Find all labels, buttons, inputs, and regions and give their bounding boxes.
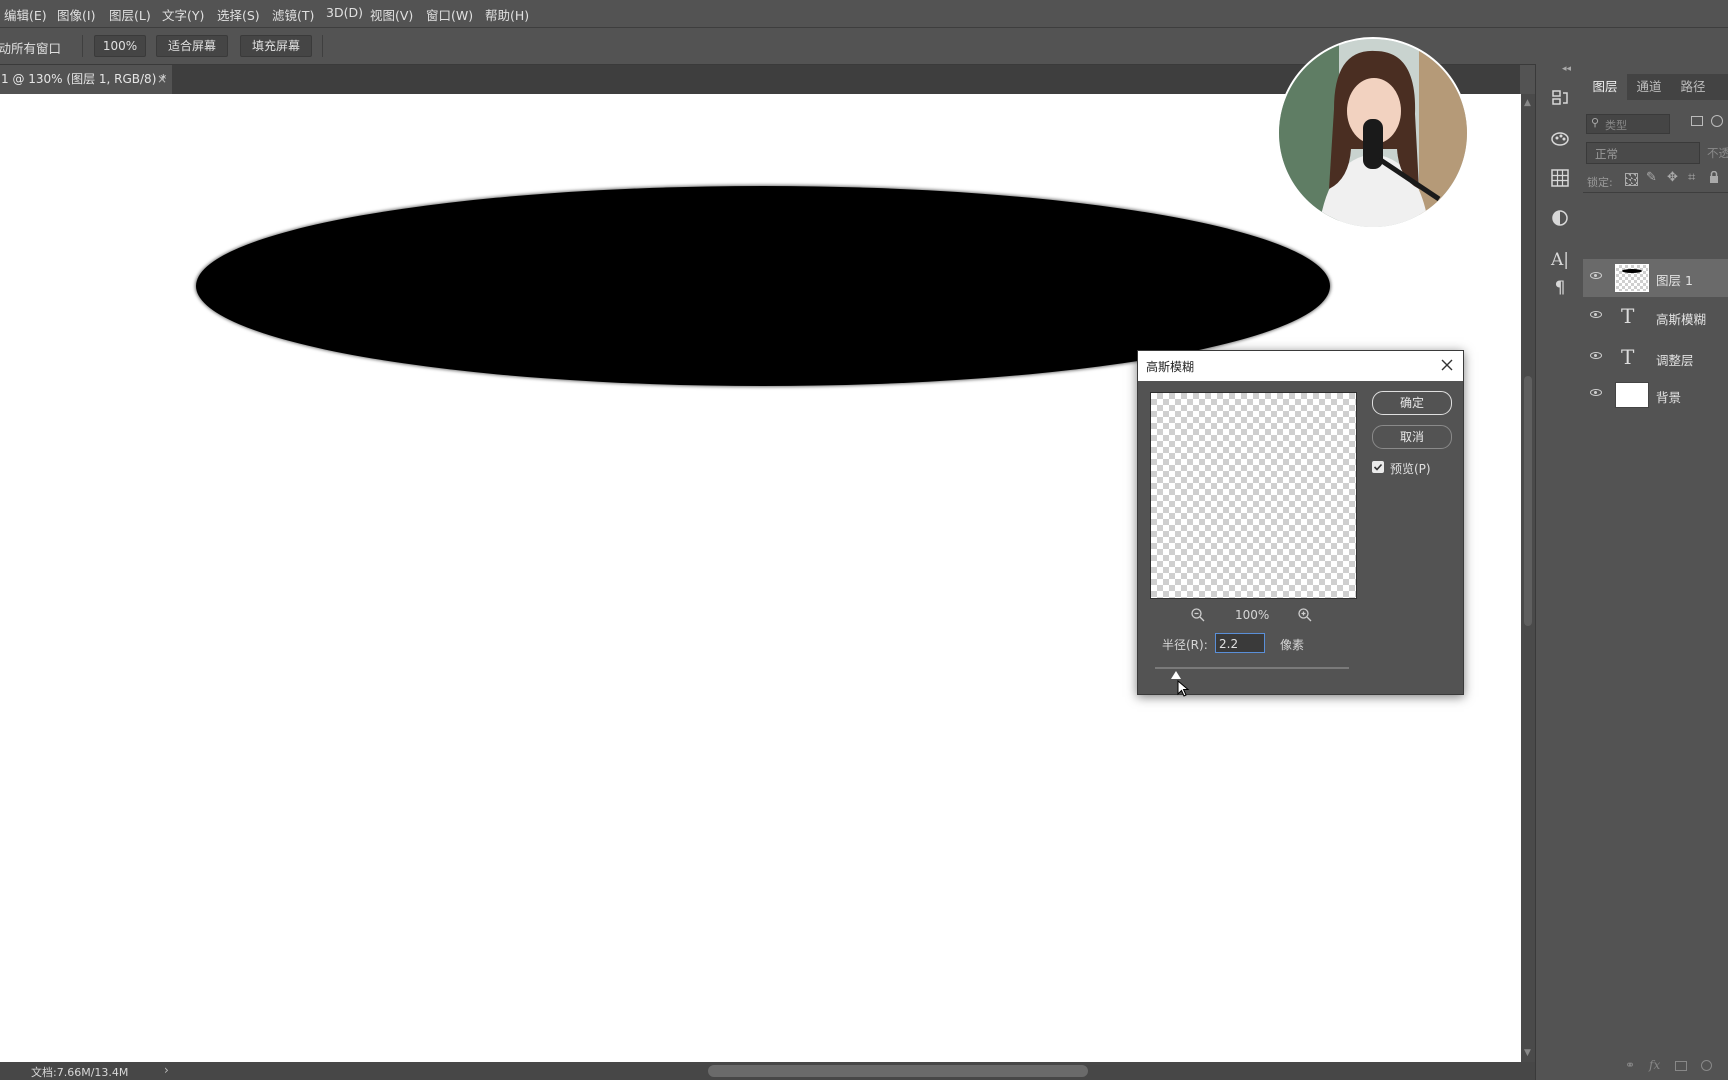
- lock-artboard-icon[interactable]: ⌗: [1688, 170, 1695, 185]
- gaussian-blur-dialog: 高斯模糊 100% 半径(R): 2.2 像素 确定 取消 预览(P): [1137, 350, 1464, 697]
- character-panel-icon[interactable]: A|: [1549, 249, 1571, 271]
- menu-help[interactable]: 帮助(H): [485, 5, 529, 24]
- divider: [1583, 192, 1728, 193]
- blend-mode-select[interactable]: 正常: [1586, 142, 1700, 164]
- separator: [82, 35, 83, 57]
- menu-edit[interactable]: 编辑(E): [4, 5, 47, 24]
- text-layer-icon: T: [1621, 345, 1635, 369]
- menu-image[interactable]: 图像(I): [57, 5, 95, 24]
- layers-panel: 图层 通道 路径 ⚲ 类型 正常 不透 锁定: ✎ ✥ ⌗ 图层 1 T 高斯模…: [1583, 64, 1728, 1080]
- fit-screen-button[interactable]: 适合屏幕: [156, 35, 228, 57]
- status-menu-arrow-icon[interactable]: ›: [164, 1063, 169, 1077]
- menu-type[interactable]: 文字(Y): [162, 5, 204, 24]
- scroll-up-icon[interactable]: ▲: [1524, 98, 1531, 108]
- layer-row-adjustment-text[interactable]: T 调整层: [1583, 339, 1728, 377]
- document-tab[interactable]: 1 @ 130% (图层 1, RGB/8) * ×: [0, 65, 172, 94]
- paragraph-panel-icon[interactable]: ¶: [1549, 277, 1571, 299]
- dialog-title: 高斯模糊: [1146, 360, 1195, 374]
- webcam-overlay: [1277, 37, 1469, 229]
- menu-window[interactable]: 窗口(W): [426, 5, 473, 24]
- panel-dock-strip: ◂◂ A| ¶: [1535, 64, 1585, 1080]
- ok-button[interactable]: 确定: [1372, 391, 1452, 415]
- layer-filter-type: 类型: [1605, 119, 1627, 132]
- menu-select[interactable]: 选择(S): [217, 5, 260, 24]
- options-bar: 滚动所有窗口 100% 适合屏幕 填充屏幕: [0, 28, 1728, 65]
- layer-filter-search[interactable]: ⚲ 类型: [1586, 114, 1670, 134]
- lock-all-icon[interactable]: [1709, 170, 1719, 183]
- visibility-eye-icon[interactable]: [1590, 352, 1602, 359]
- document-tab-title: 1 @ 130% (图层 1, RGB/8) *: [1, 72, 167, 86]
- vertical-scroll-thumb[interactable]: [1524, 376, 1532, 626]
- radius-input[interactable]: 2.2: [1215, 633, 1265, 653]
- visibility-eye-icon[interactable]: [1590, 272, 1602, 279]
- tab-layers[interactable]: 图层: [1583, 74, 1627, 100]
- visibility-eye-icon[interactable]: [1590, 311, 1602, 318]
- tab-channels[interactable]: 通道: [1627, 74, 1671, 100]
- radius-unit: 像素: [1280, 638, 1305, 652]
- search-icon: ⚲: [1591, 116, 1600, 129]
- document-size-info: 文档:7.66M/13.4M: [31, 1066, 129, 1079]
- radius-slider-handle[interactable]: [1171, 671, 1181, 679]
- close-tab-icon[interactable]: ×: [157, 65, 167, 93]
- zoom-out-icon[interactable]: [1190, 607, 1206, 623]
- radius-slider-track[interactable]: [1155, 667, 1349, 669]
- zoom-in-icon[interactable]: [1297, 607, 1313, 623]
- lock-move-icon[interactable]: ✥: [1667, 170, 1678, 185]
- opacity-label: 不透: [1707, 146, 1728, 160]
- link-layers-icon[interactable]: ⚭: [1625, 1058, 1635, 1072]
- preview-checkbox[interactable]: [1372, 461, 1384, 473]
- menu-bar: 编辑(E) 图像(I) 图层(L) 文字(Y) 选择(S) 滤镜(T) 3D(D…: [0, 0, 1728, 28]
- menu-3d[interactable]: 3D(D): [326, 5, 363, 20]
- separator: [322, 35, 323, 57]
- adjustments-icon[interactable]: [1549, 208, 1571, 230]
- layer-name: 调整层: [1656, 353, 1694, 368]
- horizontal-scroll-thumb[interactable]: [708, 1065, 1088, 1077]
- thumbnail-ellipse: [1622, 269, 1642, 273]
- layer-row-gaussian-blur-text[interactable]: T 高斯模糊: [1583, 298, 1728, 336]
- cancel-button[interactable]: 取消: [1372, 425, 1452, 449]
- layer-name: 高斯模糊: [1656, 312, 1707, 327]
- scroll-all-windows-checkbox-label[interactable]: 滚动所有窗口: [0, 38, 61, 57]
- mouse-cursor-icon: [1177, 679, 1191, 697]
- radius-label: 半径(R):: [1162, 638, 1208, 652]
- close-icon[interactable]: [1440, 358, 1454, 372]
- layer-row-layer1[interactable]: 图层 1: [1583, 259, 1728, 297]
- layer-style-fx-icon[interactable]: fx: [1649, 1058, 1660, 1072]
- lock-transparent-icon[interactable]: [1625, 173, 1638, 186]
- scroll-down-icon[interactable]: ▼: [1524, 1048, 1531, 1058]
- dialog-titlebar[interactable]: 高斯模糊: [1138, 351, 1463, 381]
- fill-screen-button[interactable]: 填充屏幕: [240, 35, 312, 57]
- layer-thumbnail: [1615, 264, 1649, 292]
- menu-view[interactable]: 视图(V): [370, 5, 413, 24]
- layer-name: 图层 1: [1656, 273, 1693, 288]
- color-palette-icon[interactable]: [1549, 128, 1571, 150]
- lock-label: 锁定:: [1587, 176, 1613, 189]
- text-layer-icon: T: [1621, 304, 1635, 328]
- preview-label: 预览(P): [1390, 462, 1431, 476]
- layer-thumbnail: [1615, 382, 1649, 408]
- layers-panel-tabs: 图层 通道 路径: [1583, 74, 1728, 100]
- tab-paths[interactable]: 路径: [1671, 74, 1715, 100]
- add-mask-icon[interactable]: [1675, 1061, 1687, 1071]
- zoom-value-field[interactable]: 100%: [94, 35, 146, 57]
- filter-pixel-icon[interactable]: [1691, 116, 1703, 126]
- preview-zoom-level: 100%: [1235, 608, 1270, 622]
- filter-adjustment-icon[interactable]: [1711, 115, 1723, 127]
- blend-mode-value: 正常: [1595, 147, 1618, 161]
- vertical-scrollbar[interactable]: ▲ ▼: [1521, 94, 1535, 1062]
- layer-row-background[interactable]: 背景: [1583, 376, 1728, 414]
- layer-name: 背景: [1656, 390, 1682, 405]
- new-adjustment-layer-icon[interactable]: [1701, 1060, 1712, 1071]
- swatches-grid-icon[interactable]: [1549, 168, 1571, 190]
- collapse-panels-icon[interactable]: ◂◂: [1562, 64, 1571, 74]
- filter-preview-window[interactable]: [1150, 392, 1357, 599]
- status-bar: 文档:7.66M/13.4M ›: [0, 1062, 1535, 1080]
- lock-brush-icon[interactable]: ✎: [1646, 170, 1657, 185]
- history-icon[interactable]: [1549, 88, 1571, 110]
- menu-filter[interactable]: 滤镜(T): [272, 5, 314, 24]
- visibility-eye-icon[interactable]: [1590, 389, 1602, 396]
- menu-layer[interactable]: 图层(L): [109, 5, 151, 24]
